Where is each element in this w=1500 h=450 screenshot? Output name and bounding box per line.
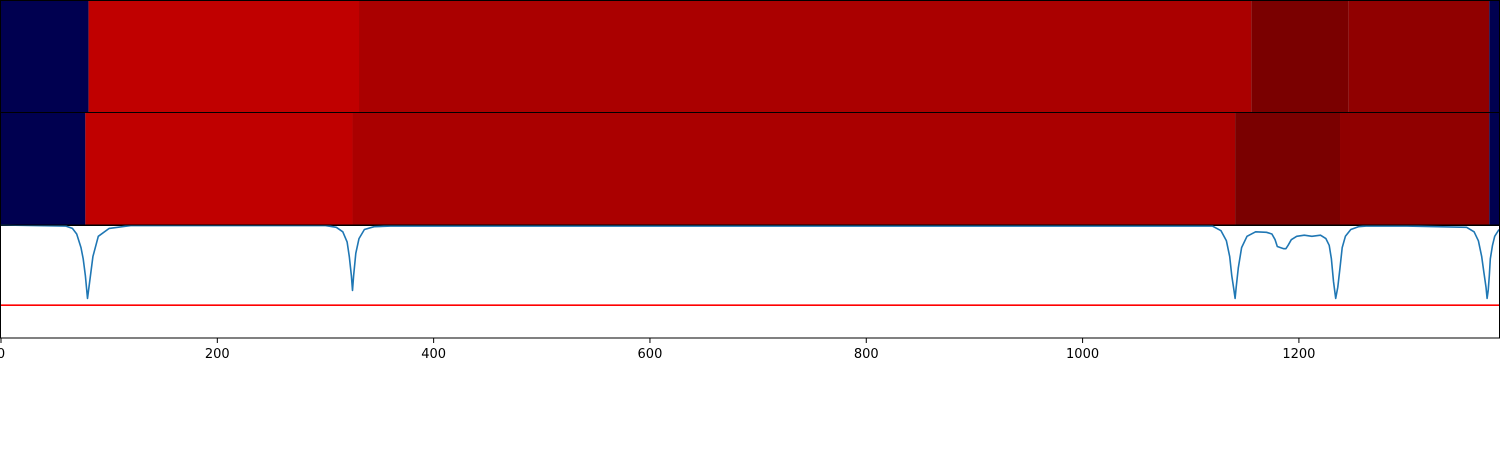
heatmap-cell-2 — [88, 1, 360, 112]
x-tick-label: 0 — [0, 347, 5, 362]
heatmap-middle — [0, 112, 1500, 226]
x-tick-label: 400 — [421, 347, 446, 362]
heatmap-cell-1 — [1, 1, 89, 112]
heatmap-top — [0, 0, 1500, 113]
heatmap-cell-3 — [359, 1, 1252, 112]
heatmap-cell-2 — [85, 113, 353, 225]
x-tick-label: 200 — [205, 347, 230, 362]
x-tick-label: 1000 — [1066, 347, 1099, 362]
line-plot-panel — [0, 224, 1500, 339]
heatmap-cell-5 — [1340, 113, 1490, 225]
x-tick-label: 600 — [638, 347, 663, 362]
heatmap-cell-6 — [1489, 113, 1499, 225]
heatmap-cell-4 — [1235, 113, 1341, 225]
x-axis: 0 200 400 600 800 1000 1200 — [0, 338, 1315, 362]
heatmap-cell-5 — [1348, 1, 1490, 112]
chart: 0 200 400 600 800 1000 1200 — [0, 0, 1500, 362]
x-tick-label: 800 — [854, 347, 879, 362]
heatmap-cell-1 — [1, 113, 86, 225]
line-panel-frame — [0, 224, 1500, 339]
heatmap-cell-3 — [352, 113, 1236, 225]
x-tick-label: 1200 — [1282, 347, 1315, 362]
heatmap-cell-6 — [1489, 1, 1499, 112]
series-line-1 — [0, 224, 1500, 300]
heatmap-cell-4 — [1251, 1, 1349, 112]
